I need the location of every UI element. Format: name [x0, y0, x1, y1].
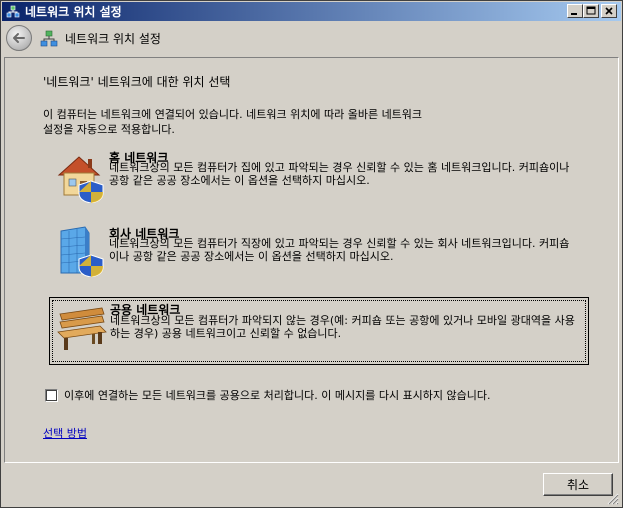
window-controls [567, 4, 617, 18]
office-building-shield-icon [60, 226, 104, 277]
title-bar[interactable]: 네트워크 위치 설정 [2, 2, 621, 21]
footer-bar: 취소 [2, 464, 621, 507]
network-app-icon [6, 5, 20, 17]
home-network-option[interactable]: 홈 네트워크 네트워크상의 모든 컴퓨터가 집에 있고 파악되는 경우 신뢰할 … [49, 149, 589, 215]
section-heading: '네트워크' 네트워크에 대한 위치 선택 [43, 75, 231, 89]
description: 이 컴퓨터는 네트워크에 연결되어 있습니다. 네트워크 위치에 따라 올바른 … [43, 107, 523, 137]
park-bench-icon [57, 307, 107, 350]
dialog-window: 네트워크 위치 설정 네트워크 위치 설정 '네트워크' 네트워크에 대한 위치… [0, 0, 623, 508]
treat-all-public-row: 이후에 연결하는 모든 네트워크를 공용으로 처리합니다. 이 메시지를 다시 … [45, 387, 491, 403]
navigation-bar: 네트워크 위치 설정 [2, 22, 621, 54]
window-title: 네트워크 위치 설정 [25, 5, 122, 19]
maximize-button[interactable] [583, 4, 599, 18]
description-line-1: 이 컴퓨터는 네트워크에 연결되어 있습니다. 네트워크 위치에 따라 올바른 … [43, 108, 423, 121]
page-title: 네트워크 위치 설정 [65, 32, 161, 46]
description-line-2: 설정을 자동으로 적용합니다. [43, 123, 175, 136]
public-network-option[interactable]: 공용 네트워크 네트워크상의 모든 컴퓨터가 파악되지 않는 경우(예: 커피숍… [49, 297, 589, 365]
home-network-description: 네트워크상의 모든 컴퓨터가 집에 있고 파악되는 경우 신뢰할 수 있는 홈 … [109, 161, 570, 187]
resize-grip-icon[interactable] [607, 493, 619, 505]
work-network-option[interactable]: 회사 네트워크 네트워크상의 모든 컴퓨터가 직장에 있고 파악되는 경우 신뢰… [49, 225, 589, 291]
back-button[interactable] [6, 25, 32, 51]
back-arrow-icon [13, 33, 25, 43]
close-icon [605, 7, 613, 15]
cancel-button[interactable]: 취소 [543, 473, 613, 496]
treat-all-public-label[interactable]: 이후에 연결하는 모든 네트워크를 공용으로 처리합니다. 이 메시지를 다시 … [64, 387, 491, 403]
maximize-icon [586, 6, 596, 15]
help-choose-link[interactable]: 선택 방법 [43, 425, 87, 441]
network-icon [40, 30, 58, 47]
minimize-button[interactable] [567, 4, 583, 18]
treat-all-public-checkbox[interactable] [45, 388, 58, 402]
public-network-description: 네트워크상의 모든 컴퓨터가 파악되지 않는 경우(예: 커피숍 또는 공항에 … [110, 314, 575, 340]
house-shield-icon [57, 156, 104, 203]
work-network-description: 네트워크상의 모든 컴퓨터가 직장에 있고 파악되는 경우 신뢰할 수 있는 회… [109, 237, 570, 263]
minimize-icon [571, 13, 577, 15]
close-button[interactable] [601, 4, 617, 18]
